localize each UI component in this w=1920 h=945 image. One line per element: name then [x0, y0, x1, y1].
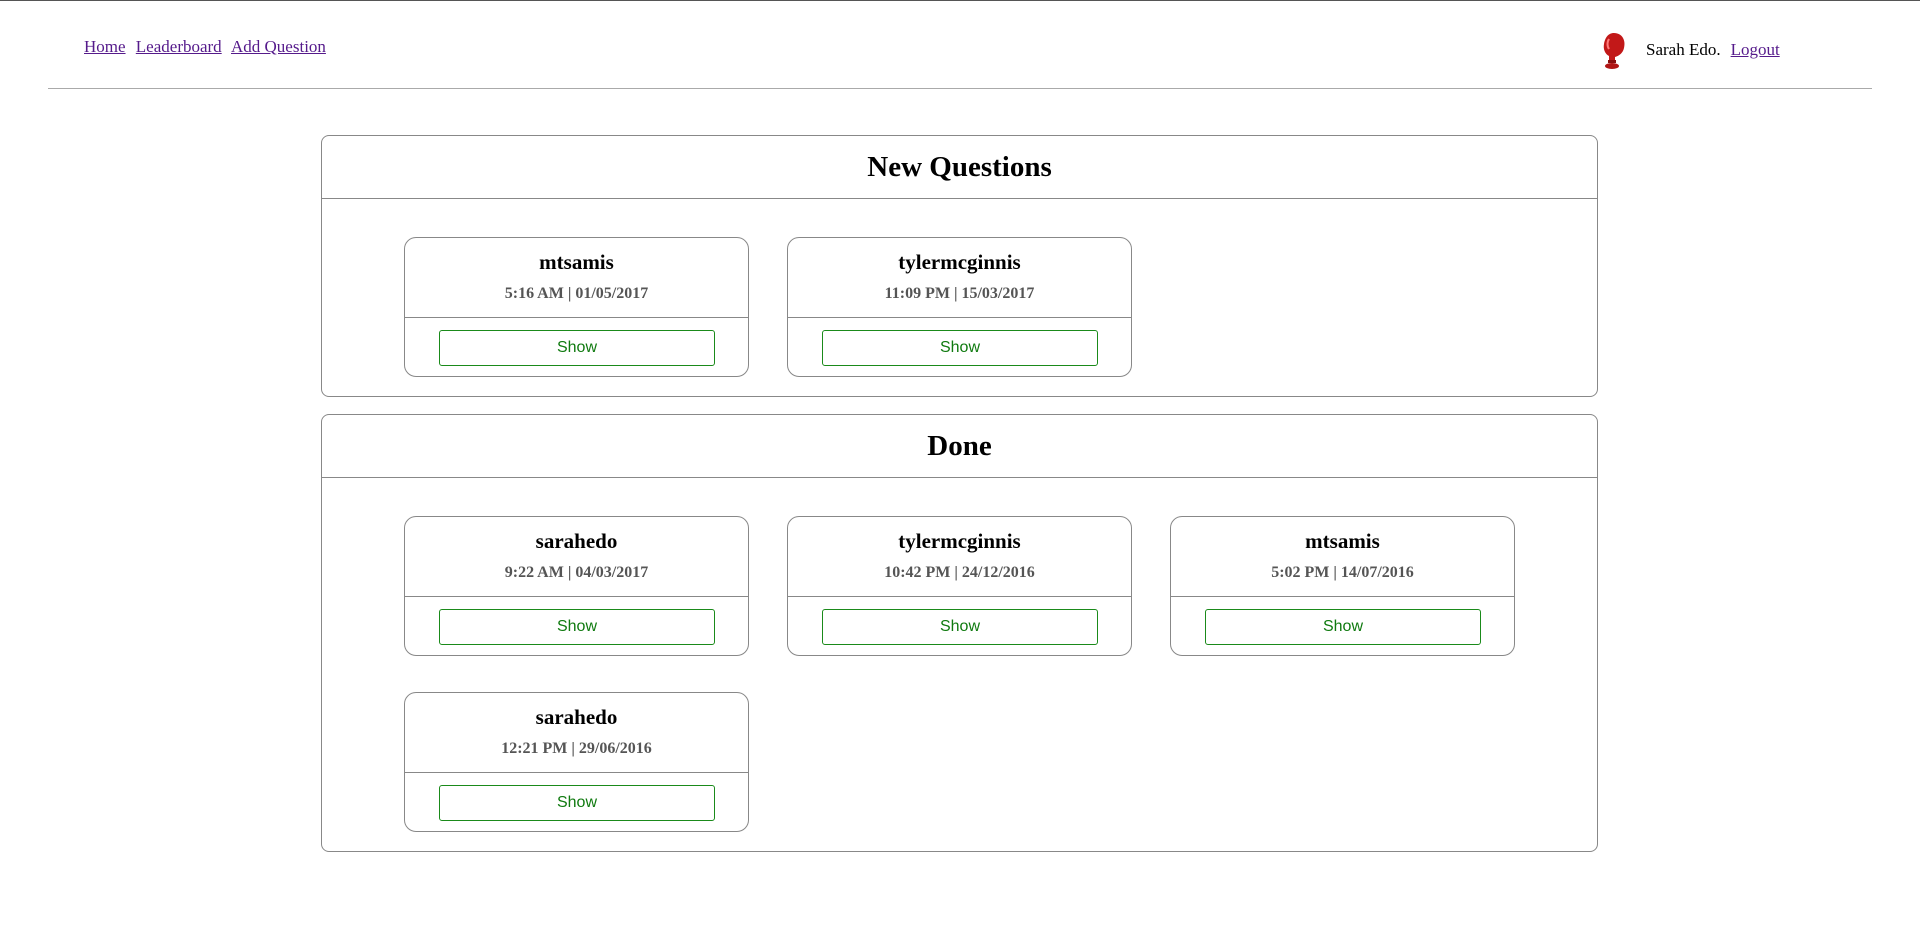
show-button[interactable]: Show — [822, 609, 1098, 645]
card-timestamp: 12:21 PM | 29/06/2016 — [501, 740, 652, 757]
question-card: mtsamis 5:02 PM | 14/07/2016 Show — [1170, 516, 1515, 656]
show-button[interactable]: Show — [822, 330, 1098, 366]
card-divider — [788, 596, 1131, 597]
question-card: sarahedo 9:22 AM | 04/03/2017 Show — [404, 516, 749, 656]
user-area: Sarah Edo. Logout — [1600, 30, 1780, 70]
card-author: mtsamis — [539, 250, 614, 274]
card-divider — [405, 596, 748, 597]
question-card: mtsamis 5:16 AM | 01/05/2017 Show — [404, 237, 749, 377]
card-author: sarahedo — [535, 529, 618, 553]
card-divider — [1171, 596, 1514, 597]
question-card: tylermcginnis 10:42 PM | 24/12/2016 Show — [787, 516, 1132, 656]
section-title: Done — [322, 415, 1597, 478]
card-author: mtsamis — [1305, 529, 1380, 553]
card-divider — [788, 317, 1131, 318]
new-questions-section: New Questions mtsamis 5:16 AM | 01/05/20… — [321, 135, 1598, 397]
card-divider — [405, 317, 748, 318]
card-author: sarahedo — [535, 705, 618, 729]
card-timestamp: 11:09 PM | 15/03/2017 — [884, 285, 1035, 302]
nav-divider — [48, 88, 1872, 89]
card-timestamp: 10:42 PM | 24/12/2016 — [884, 564, 1035, 581]
question-card: sarahedo 12:21 PM | 29/06/2016 Show — [404, 692, 749, 832]
done-section: Done sarahedo 9:22 AM | 04/03/2017 Show … — [321, 414, 1598, 852]
show-button[interactable]: Show — [439, 785, 715, 821]
main-nav: Home Leaderboard Add Question — [84, 37, 332, 57]
card-divider — [405, 772, 748, 773]
nav-home-link[interactable]: Home — [84, 37, 126, 56]
user-name: Sarah Edo. — [1646, 40, 1721, 59]
question-card: tylermcginnis 11:09 PM | 15/03/2017 Show — [787, 237, 1132, 377]
card-author: tylermcginnis — [898, 529, 1021, 553]
section-title: New Questions — [322, 136, 1597, 199]
boxing-glove-icon — [1603, 33, 1625, 69]
top-border — [0, 0, 1920, 1]
nav-leaderboard-link[interactable]: Leaderboard — [136, 37, 222, 56]
card-timestamp: 5:02 PM | 14/07/2016 — [1271, 564, 1414, 581]
card-author: tylermcginnis — [898, 250, 1021, 274]
show-button[interactable]: Show — [439, 609, 715, 645]
logout-link[interactable]: Logout — [1731, 40, 1780, 60]
card-timestamp: 5:16 AM | 01/05/2017 — [504, 285, 649, 302]
nav-add-question-link[interactable]: Add Question — [231, 37, 326, 56]
card-timestamp: 9:22 AM | 04/03/2017 — [504, 564, 649, 581]
show-button[interactable]: Show — [1205, 609, 1481, 645]
show-button[interactable]: Show — [439, 330, 715, 366]
